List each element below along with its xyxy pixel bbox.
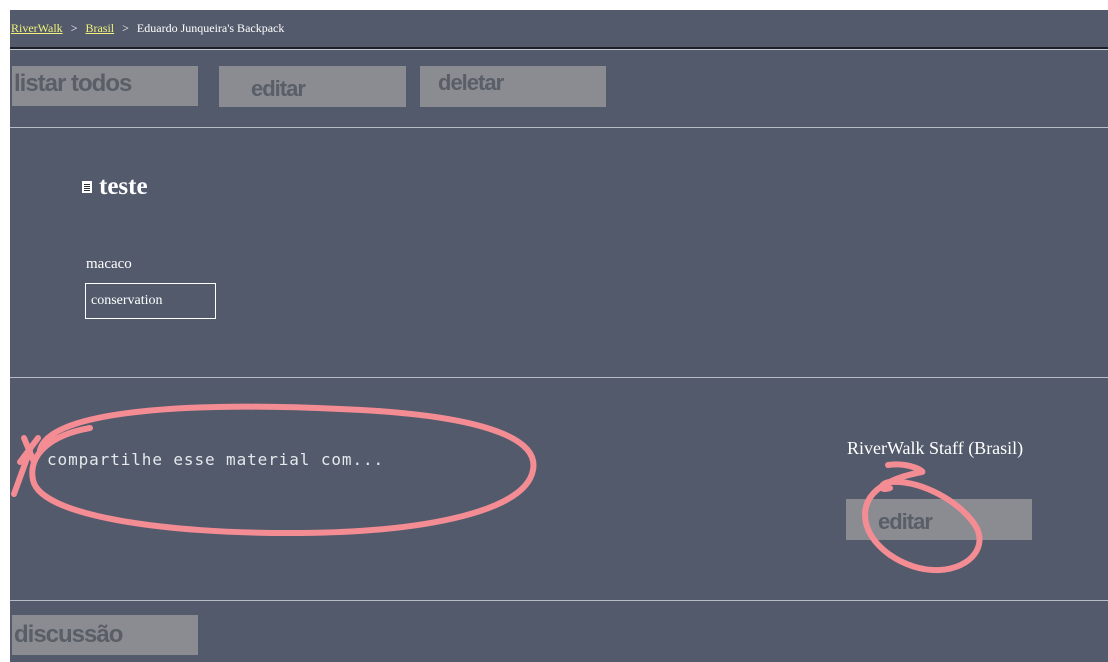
tag-conservation[interactable]: conservation [85, 283, 216, 319]
header-divider [10, 47, 1108, 50]
edit-button[interactable]: editar [219, 66, 406, 107]
breadcrumb-current: Eduardo Junqueira's Backpack [136, 20, 285, 35]
share-edit-button[interactable]: editar [846, 499, 1032, 540]
tag-label: macaco [86, 256, 132, 272]
section-divider [10, 600, 1108, 601]
breadcrumb-link-brasil[interactable]: Brasil [85, 21, 114, 36]
page-frame: RiverWalk > Brasil > Eduardo Junqueira's… [10, 10, 1108, 662]
annotation-x-mark [11, 435, 41, 497]
item-title: teste [82, 173, 148, 201]
list-all-button[interactable]: listar todos [12, 66, 198, 106]
section-divider [10, 127, 1108, 128]
annotation-overlay [11, 403, 983, 574]
section-divider [10, 377, 1108, 378]
breadcrumb-link-riverwalk[interactable]: RiverWalk [11, 21, 63, 36]
discussion-button[interactable]: discussão [12, 615, 198, 655]
staff-name: RiverWalk Staff (Brasil) [847, 438, 1024, 458]
annotation-ellipse-share [29, 403, 537, 537]
delete-button[interactable]: deletar [420, 66, 606, 107]
breadcrumb: RiverWalk > Brasil > Eduardo Junqueira's… [11, 10, 284, 46]
item-title-text: teste [99, 173, 148, 200]
breadcrumb-separator: > [70, 20, 78, 35]
document-icon [82, 181, 92, 193]
share-material-link[interactable]: compartilhe esse material com... [47, 450, 384, 469]
breadcrumb-separator: > [122, 20, 129, 35]
